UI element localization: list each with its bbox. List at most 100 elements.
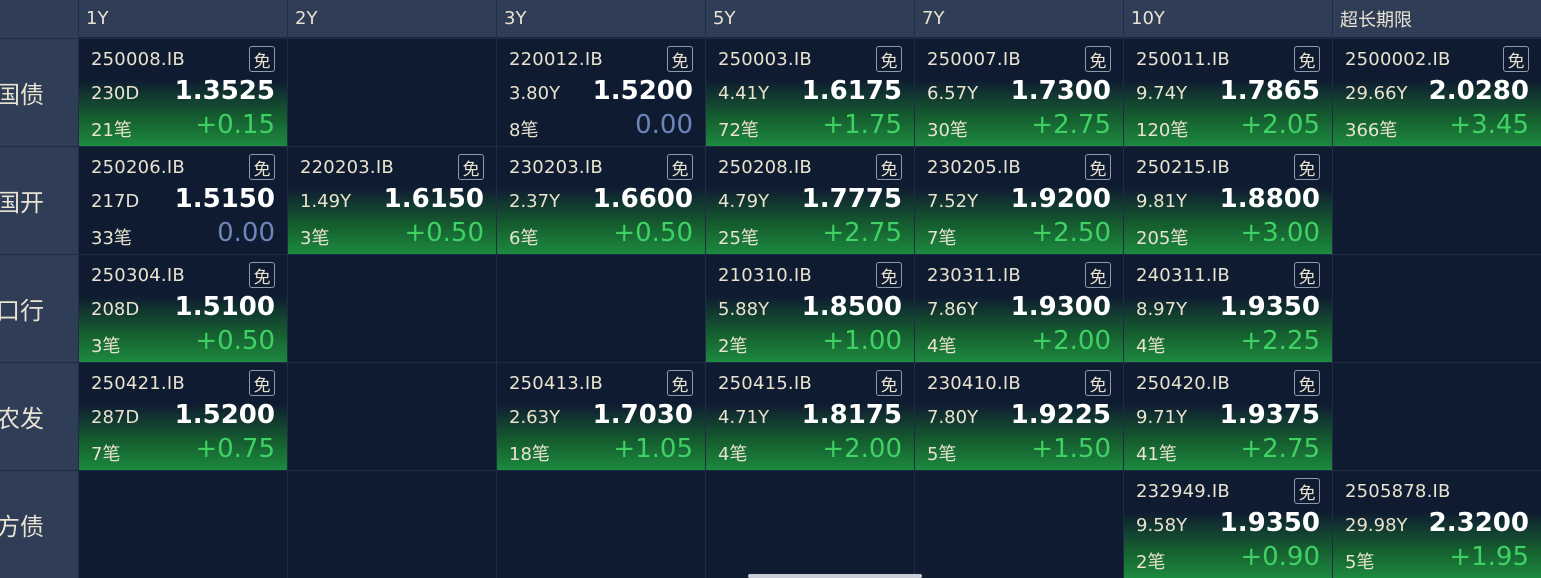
yield-change: +0.50 bbox=[404, 218, 484, 248]
bond-code[interactable]: 220012.IB bbox=[509, 49, 603, 70]
quote-cell[interactable]: 2500002.IB 免 29.66Y 2.0280 366笔 +3.45 bbox=[1333, 39, 1541, 146]
column-header-6[interactable]: 超长期限 bbox=[1333, 0, 1541, 38]
quote-cell[interactable]: 250208.IB 免 4.79Y 1.7775 25笔 +2.75 bbox=[706, 147, 914, 254]
yield-value: 1.5200 bbox=[592, 76, 693, 106]
bond-code[interactable]: 250007.IB bbox=[927, 49, 1021, 70]
quote-cell[interactable]: 250421.IB 免 287D 1.5200 7笔 +0.75 bbox=[79, 363, 287, 470]
quote-cell[interactable]: 250413.IB 免 2.63Y 1.7030 18笔 +1.05 bbox=[497, 363, 705, 470]
quote-cell[interactable]: 250415.IB 免 4.71Y 1.8175 4笔 +2.00 bbox=[706, 363, 914, 470]
remaining-term: 230D bbox=[91, 83, 140, 104]
bond-code[interactable]: 250008.IB bbox=[91, 49, 185, 70]
column-header-2[interactable]: 3Y bbox=[497, 0, 705, 38]
tax-free-badge: 免 bbox=[1085, 154, 1111, 180]
bond-code[interactable]: 232949.IB bbox=[1136, 481, 1230, 502]
trade-count: 72笔 bbox=[718, 120, 759, 141]
yield-change: +0.15 bbox=[195, 110, 275, 140]
column-header-3[interactable]: 5Y bbox=[706, 0, 914, 38]
column-header-1[interactable]: 2Y bbox=[288, 0, 496, 38]
yield-value: 2.3200 bbox=[1428, 508, 1529, 538]
tax-free-badge: 免 bbox=[876, 154, 902, 180]
yield-value: 1.5200 bbox=[174, 400, 275, 430]
empty-cell bbox=[915, 471, 1123, 578]
tax-free-badge: 免 bbox=[876, 370, 902, 396]
quote-cell[interactable]: 250007.IB 免 6.57Y 1.7300 30笔 +2.75 bbox=[915, 39, 1123, 146]
yield-change: +1.50 bbox=[1031, 434, 1111, 464]
quote-cell[interactable]: 250206.IB 免 217D 1.5150 33笔 0.00 bbox=[79, 147, 287, 254]
remaining-term: 7.52Y bbox=[927, 191, 979, 212]
quote-cell[interactable]: 230311.IB 免 7.86Y 1.9300 4笔 +2.00 bbox=[915, 255, 1123, 362]
bond-code[interactable]: 220203.IB bbox=[300, 157, 394, 178]
quote-cell[interactable]: 220203.IB 免 1.49Y 1.6150 3笔 +0.50 bbox=[288, 147, 496, 254]
bond-quote-grid: 1Y 2Y 3Y 5Y 7Y 10Y 超长期限国债 250008.IB 免 230D 1.3525 2… bbox=[0, 0, 1541, 578]
yield-value: 1.3525 bbox=[174, 76, 275, 106]
bond-code[interactable]: 250003.IB bbox=[718, 49, 812, 70]
quote-cell[interactable]: 210310.IB 免 5.88Y 1.8500 2笔 +1.00 bbox=[706, 255, 914, 362]
quote-cell[interactable]: 232949.IB 免 9.58Y 1.9350 2笔 +0.90 bbox=[1124, 471, 1332, 578]
bond-code[interactable]: 210310.IB bbox=[718, 265, 812, 286]
horizontal-scrollbar-thumb[interactable] bbox=[748, 574, 922, 578]
trade-count: 6笔 bbox=[509, 228, 539, 249]
bond-code[interactable]: 240311.IB bbox=[1136, 265, 1230, 286]
yield-change: +2.25 bbox=[1240, 326, 1320, 356]
tax-free-badge: 免 bbox=[1503, 46, 1529, 72]
bond-code[interactable]: 250420.IB bbox=[1136, 373, 1230, 394]
remaining-term: 287D bbox=[91, 407, 140, 428]
bond-code[interactable]: 250208.IB bbox=[718, 157, 812, 178]
tax-free-badge: 免 bbox=[1294, 478, 1320, 504]
trade-count: 5笔 bbox=[927, 444, 957, 465]
quote-cell[interactable]: 250215.IB 免 9.81Y 1.8800 205笔 +3.00 bbox=[1124, 147, 1332, 254]
quote-cell[interactable]: 250011.IB 免 9.74Y 1.7865 120笔 +2.05 bbox=[1124, 39, 1332, 146]
remaining-term: 9.71Y bbox=[1136, 407, 1188, 428]
bond-code[interactable]: 250011.IB bbox=[1136, 49, 1230, 70]
yield-value: 1.9350 bbox=[1219, 292, 1320, 322]
bond-code[interactable]: 2500002.IB bbox=[1345, 49, 1451, 70]
yield-value: 1.6600 bbox=[592, 184, 693, 214]
bond-code[interactable]: 230205.IB bbox=[927, 157, 1021, 178]
column-header-4[interactable]: 7Y bbox=[915, 0, 1123, 38]
quote-cell[interactable]: 240311.IB 免 8.97Y 1.9350 4笔 +2.25 bbox=[1124, 255, 1332, 362]
tax-free-badge: 免 bbox=[1294, 370, 1320, 396]
tax-free-badge: 免 bbox=[1085, 370, 1111, 396]
remaining-term: 5.88Y bbox=[718, 299, 770, 320]
quote-cell[interactable]: 250008.IB 免 230D 1.3525 21笔 +0.15 bbox=[79, 39, 287, 146]
bond-code[interactable]: 250421.IB bbox=[91, 373, 185, 394]
row-label-text: 国开 bbox=[0, 189, 44, 217]
bond-code[interactable]: 250206.IB bbox=[91, 157, 185, 178]
bond-code[interactable]: 2505878.IB bbox=[1345, 481, 1451, 502]
bond-code[interactable]: 250215.IB bbox=[1136, 157, 1230, 178]
bond-code[interactable]: 230203.IB bbox=[509, 157, 603, 178]
quote-cell[interactable]: 250304.IB 免 208D 1.5100 3笔 +0.50 bbox=[79, 255, 287, 362]
empty-cell bbox=[288, 471, 496, 578]
column-header-0[interactable]: 1Y bbox=[79, 0, 287, 38]
quote-cell[interactable]: 250420.IB 免 9.71Y 1.9375 41笔 +2.75 bbox=[1124, 363, 1332, 470]
quote-cell[interactable]: 230203.IB 免 2.37Y 1.6600 6笔 +0.50 bbox=[497, 147, 705, 254]
row-label: 口行 bbox=[0, 255, 78, 362]
yield-value: 1.5100 bbox=[174, 292, 275, 322]
bond-code[interactable]: 230311.IB bbox=[927, 265, 1021, 286]
empty-cell bbox=[497, 471, 705, 578]
tax-free-badge: 免 bbox=[249, 46, 275, 72]
tax-free-badge: 免 bbox=[1085, 46, 1111, 72]
bond-code[interactable]: 250304.IB bbox=[91, 265, 185, 286]
yield-change: +3.00 bbox=[1240, 218, 1320, 248]
quote-cell[interactable]: 220012.IB 免 3.80Y 1.5200 8笔 0.00 bbox=[497, 39, 705, 146]
yield-value: 2.0280 bbox=[1428, 76, 1529, 106]
trade-count: 3笔 bbox=[300, 228, 330, 249]
column-header-5[interactable]: 10Y bbox=[1124, 0, 1332, 38]
quote-cell[interactable]: 230410.IB 免 7.80Y 1.9225 5笔 +1.50 bbox=[915, 363, 1123, 470]
bond-code[interactable]: 250413.IB bbox=[509, 373, 603, 394]
quote-cell[interactable]: 250003.IB 免 4.41Y 1.6175 72笔 +1.75 bbox=[706, 39, 914, 146]
yield-change: +1.05 bbox=[613, 434, 693, 464]
row-label: 国债 bbox=[0, 39, 78, 146]
yield-change: +0.50 bbox=[195, 326, 275, 356]
yield-value: 1.7775 bbox=[801, 184, 902, 214]
tax-free-badge: 免 bbox=[249, 154, 275, 180]
yield-change: +2.05 bbox=[1240, 110, 1320, 140]
header-corner bbox=[0, 0, 78, 38]
quote-cell[interactable]: 230205.IB 免 7.52Y 1.9200 7笔 +2.50 bbox=[915, 147, 1123, 254]
tax-free-badge: 免 bbox=[458, 154, 484, 180]
bond-code[interactable]: 230410.IB bbox=[927, 373, 1021, 394]
tax-free-badge: 免 bbox=[876, 46, 902, 72]
quote-cell[interactable]: 2505878.IB 29.98Y 2.3200 5笔 +1.95 bbox=[1333, 471, 1541, 578]
bond-code[interactable]: 250415.IB bbox=[718, 373, 812, 394]
